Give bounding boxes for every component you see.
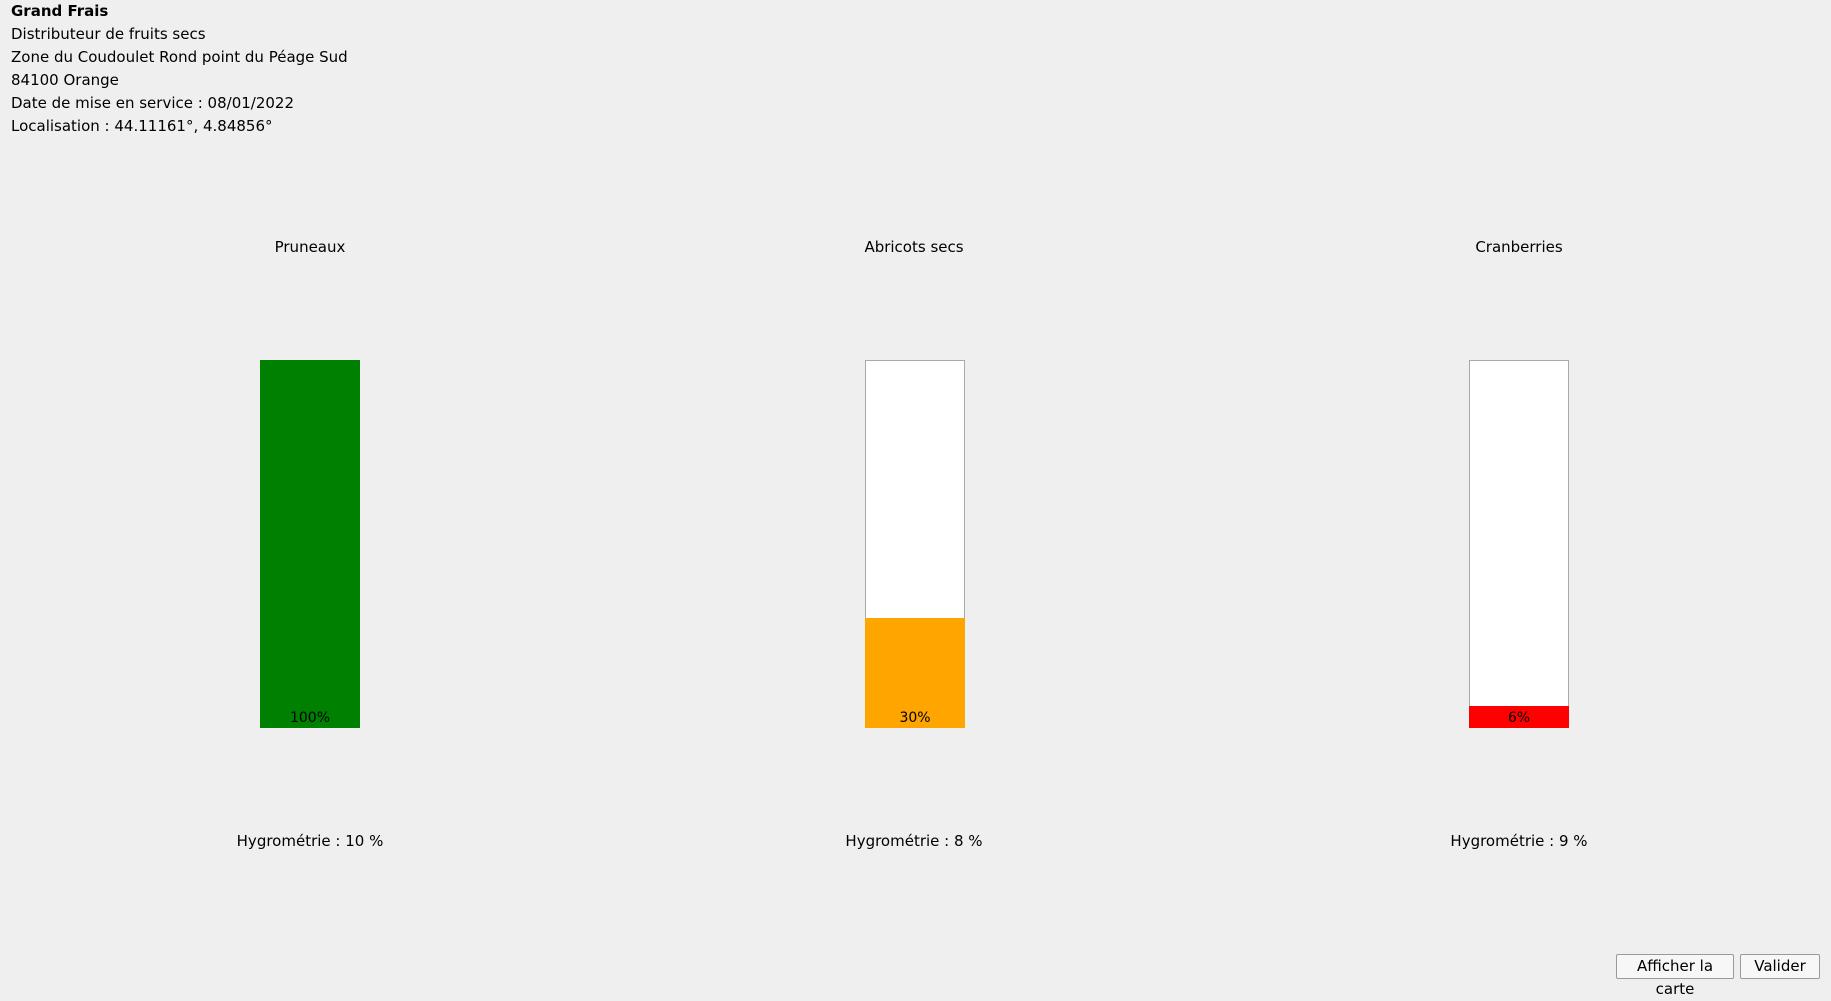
hygrometry-pruneaux: Hygrométrie : 10 % [236, 832, 384, 850]
hygrometry-cranberries: Hygrométrie : 9 % [1450, 832, 1588, 850]
gauge-percent-cranberries: 6% [1507, 710, 1531, 726]
gauge-pruneaux: 100% [260, 360, 360, 728]
store-info: Grand Frais Distributeur de fruits secs … [11, 0, 348, 138]
gauge-cranberries: 6% [1469, 360, 1569, 728]
store-name: Grand Frais [11, 2, 109, 20]
product-title-abricots-secs: Abricots secs [864, 238, 964, 256]
store-type: Distributeur de fruits secs [11, 25, 206, 43]
hygrometry-abricots-secs: Hygrométrie : 8 % [845, 832, 983, 850]
store-address: Zone du Coudoulet Rond point du Péage Su… [11, 48, 348, 66]
store-service-date: Date de mise en service : 08/01/2022 [11, 94, 295, 112]
store-location: Localisation : 44.11161°, 4.84856° [11, 117, 273, 135]
gauge-percent-abricots-secs: 30% [899, 710, 931, 726]
show-map-button[interactable]: Afficher la carte [1616, 954, 1734, 998]
product-title-cranberries: Cranberries [1475, 238, 1563, 256]
store-city: 84100 Orange [11, 71, 119, 89]
gauge-fill-pruneaux [260, 360, 360, 728]
validate-button[interactable]: Valider [1740, 954, 1820, 979]
product-title-pruneaux: Pruneaux [274, 238, 346, 256]
gauge-percent-pruneaux: 100% [289, 710, 331, 726]
gauge-abricots-secs: 30% [865, 360, 965, 728]
